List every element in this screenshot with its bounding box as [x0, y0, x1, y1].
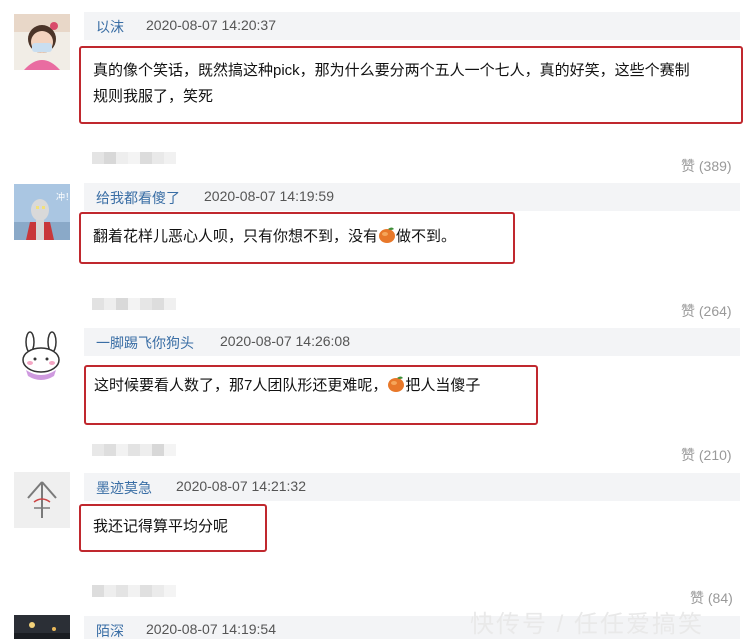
- comment-header: 给我都看傻了 2020-08-07 14:19:59: [84, 183, 740, 211]
- comment-username[interactable]: 一脚踢飞你狗头: [96, 333, 194, 353]
- comment-text-part: 这时候要看人数了，那7人团队形还更难呢，: [94, 377, 388, 394]
- comment-highlight-box: 真的像个笑话，既然搞这种pick，那为什么要分两个五人一个七人，真的好笑，这些个…: [79, 46, 743, 124]
- watermark-text: 快传号 / 任任爱搞笑: [470, 611, 705, 638]
- comment-highlight-box: 翻着花样儿恶心人呗，只有你想不到，没有 做不到。: [79, 212, 515, 264]
- comment-text: 真的像个笑话，既然搞这种pick，那为什么要分两个五人一个七人，真的好笑，这些个…: [93, 58, 690, 110]
- comment-highlight-box: 这时候要看人数了，那7人团队形还更难呢， 把人当傻子: [84, 365, 538, 425]
- pixelated-blur: [92, 297, 176, 310]
- comment-time: 2020-08-07 14:19:54: [146, 621, 276, 637]
- comment-text-part: 把人当傻子: [405, 377, 481, 394]
- comment-username[interactable]: 以沫: [96, 17, 124, 37]
- avatar-text: 冲！: [56, 191, 70, 203]
- like-count[interactable]: 赞 (264): [681, 301, 732, 321]
- comment-text-line: 真的像个笑话，既然搞这种pick，那为什么要分两个五人一个七人，真的好笑，这些个…: [93, 62, 690, 79]
- like-count[interactable]: 赞 (210): [681, 445, 732, 465]
- mango-icon: [378, 226, 396, 253]
- comment-text: 这时候要看人数了，那7人团队形还更难呢， 把人当傻子: [94, 373, 480, 402]
- comment-username[interactable]: 陌深: [96, 621, 124, 641]
- comment-time: 2020-08-07 14:26:08: [220, 333, 350, 349]
- comment-text-part: 翻着花样儿恶心人呗，只有你想不到，没有: [93, 228, 379, 245]
- user-avatar[interactable]: [14, 328, 70, 384]
- user-avatar[interactable]: [14, 615, 70, 639]
- comment-header: 墨迹莫急 2020-08-07 14:21:32: [84, 473, 740, 501]
- like-count[interactable]: 赞 (389): [681, 156, 732, 176]
- user-avatar[interactable]: [14, 14, 70, 70]
- comment-text-part: 做不到。: [396, 228, 457, 245]
- comment-text: 我还记得算平均分呢: [93, 518, 229, 535]
- comment-highlight-box: 我还记得算平均分呢: [79, 504, 267, 552]
- comment-header: 以沫 2020-08-07 14:20:37: [84, 12, 740, 40]
- comment-time: 2020-08-07 14:21:32: [176, 478, 306, 494]
- comment-time: 2020-08-07 14:20:37: [146, 17, 276, 33]
- comment-header: 一脚踢飞你狗头 2020-08-07 14:26:08: [84, 328, 740, 356]
- comment-username[interactable]: 给我都看傻了: [96, 188, 180, 208]
- comment-time: 2020-08-07 14:19:59: [204, 188, 334, 204]
- pixelated-blur: [92, 151, 176, 164]
- mango-icon: [387, 375, 405, 402]
- comment-username[interactable]: 墨迹莫急: [96, 478, 152, 498]
- pixelated-blur: [92, 443, 176, 456]
- pixelated-blur: [92, 584, 176, 597]
- user-avatar[interactable]: [14, 472, 70, 528]
- comment-text-line: 规则我服了，笑死: [93, 88, 214, 105]
- user-avatar[interactable]: 冲！: [14, 184, 70, 240]
- comment-text: 翻着花样儿恶心人呗，只有你想不到，没有 做不到。: [93, 224, 456, 253]
